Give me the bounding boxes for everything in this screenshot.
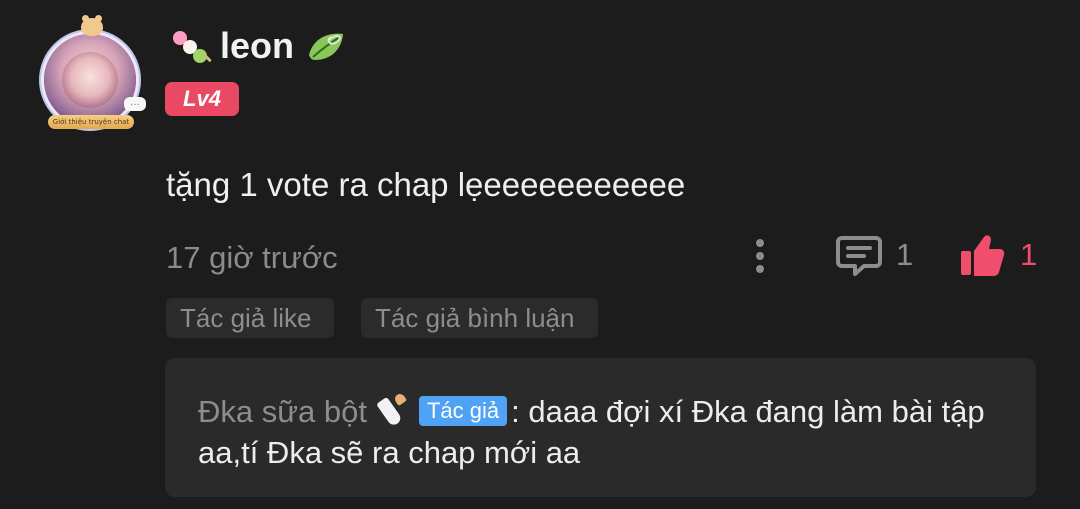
like-count: 1 <box>1020 237 1038 272</box>
author-reply[interactable]: Đka sữa bột Tác giả: daaa đợi xí Đka đang… <box>165 358 1036 497</box>
comment-count: 1 <box>896 237 914 272</box>
comment-time: 17 giờ trước <box>166 240 338 275</box>
author-replied-chip: Tác giả bình luận <box>361 298 598 338</box>
avatar-ribbon: Giới thiệu truyện chat <box>48 115 134 129</box>
username[interactable]: leon <box>220 26 294 66</box>
author-liked-chip: Tác giả like <box>166 298 334 338</box>
level-badge: Lv4 <box>165 82 239 116</box>
reply-author[interactable]: Đka sữa bột <box>198 394 367 429</box>
bear-decoration-icon <box>81 15 103 36</box>
author-tag: Tác giả <box>418 396 508 426</box>
dango-icon <box>168 27 212 65</box>
avatar[interactable]: … Giới thiệu truyện chat <box>36 15 146 136</box>
leaf-icon <box>309 33 344 60</box>
chat-bubble-icon: … <box>124 97 146 111</box>
avatar-image <box>62 52 118 108</box>
like-button[interactable]: 1 <box>958 232 1037 278</box>
thumbs-up-icon <box>961 235 1005 276</box>
reply-content: Đka sữa bột Tác giả: daaa đợi xí Đka đang… <box>198 391 996 473</box>
more-vertical-icon[interactable] <box>748 236 772 276</box>
comment-button[interactable]: 1 <box>836 234 913 276</box>
comment-text: tặng 1 vote ra chap lẹeeeeeeeeeee <box>166 166 686 203</box>
user-name-row[interactable]: leon <box>168 26 347 66</box>
comment-icon <box>836 236 882 276</box>
baby-bottle-icon <box>371 392 409 428</box>
